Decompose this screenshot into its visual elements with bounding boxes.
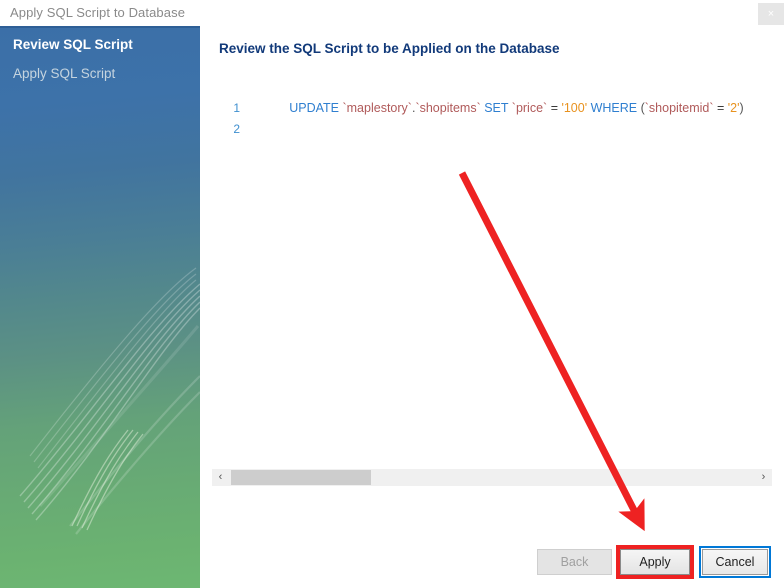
line-number: 1 [233,101,240,115]
horizontal-scrollbar[interactable]: ‹ › [212,469,772,486]
sql-token-kw: UPDATE [289,101,343,115]
apply-button[interactable]: Apply [620,549,690,575]
sql-token-punct: ) [739,101,744,115]
code-line: 2 [212,120,289,139]
sidebar-item-label: Apply SQL Script [13,66,116,81]
back-button[interactable]: Back [537,549,612,575]
sql-token-ident: `maplestory` [342,101,412,115]
sidebar-item-label: Review SQL Script [13,37,133,52]
sql-token-plain: = [550,101,562,115]
code-line-1-text: UPDATE `maplestory`.`shopitems` SET `pri… [289,99,743,118]
sql-token-ident: `shopitems` [415,101,485,115]
sql-token-ident: `shopitemid` [644,101,717,115]
scroll-left-icon[interactable]: ‹ [212,469,229,486]
scroll-right-icon[interactable]: › [755,469,772,486]
main-content-pane: Review the SQL Script to be Applied on t… [200,26,784,588]
sidebar-item-review-sql-script[interactable]: Review SQL Script [13,37,133,52]
line-number: 2 [233,122,240,136]
sidebar-item-apply-sql-script[interactable]: Apply SQL Script [13,66,115,81]
sql-script-editor[interactable]: 1 UPDATE `maplestory`.`shopitems` SET `p… [212,96,784,468]
page-title: Review the SQL Script to be Applied on t… [219,41,560,56]
sql-token-kw: SET [484,101,512,115]
sql-token-plain: = [717,101,728,115]
sidebar-top-rule [0,26,200,28]
window-title: Apply SQL Script to Database [10,5,186,20]
sql-token-str: '2' [727,101,740,115]
sql-token-kw: WHERE [590,101,641,115]
window-title-bar: Apply SQL Script to Database × [0,0,784,26]
wizard-sidebar: Review SQL Script Apply SQL Script [0,26,200,588]
sql-token-str: '100' [561,101,591,115]
cancel-button[interactable]: Cancel [702,549,768,575]
code-line: 1 UPDATE `maplestory`.`shopitems` SET `p… [212,99,743,118]
sidebar-decorative-ribbons [19,267,200,535]
scrollbar-thumb[interactable] [231,470,371,485]
close-icon[interactable]: × [758,3,784,25]
sql-token-ident: `price` [511,101,551,115]
